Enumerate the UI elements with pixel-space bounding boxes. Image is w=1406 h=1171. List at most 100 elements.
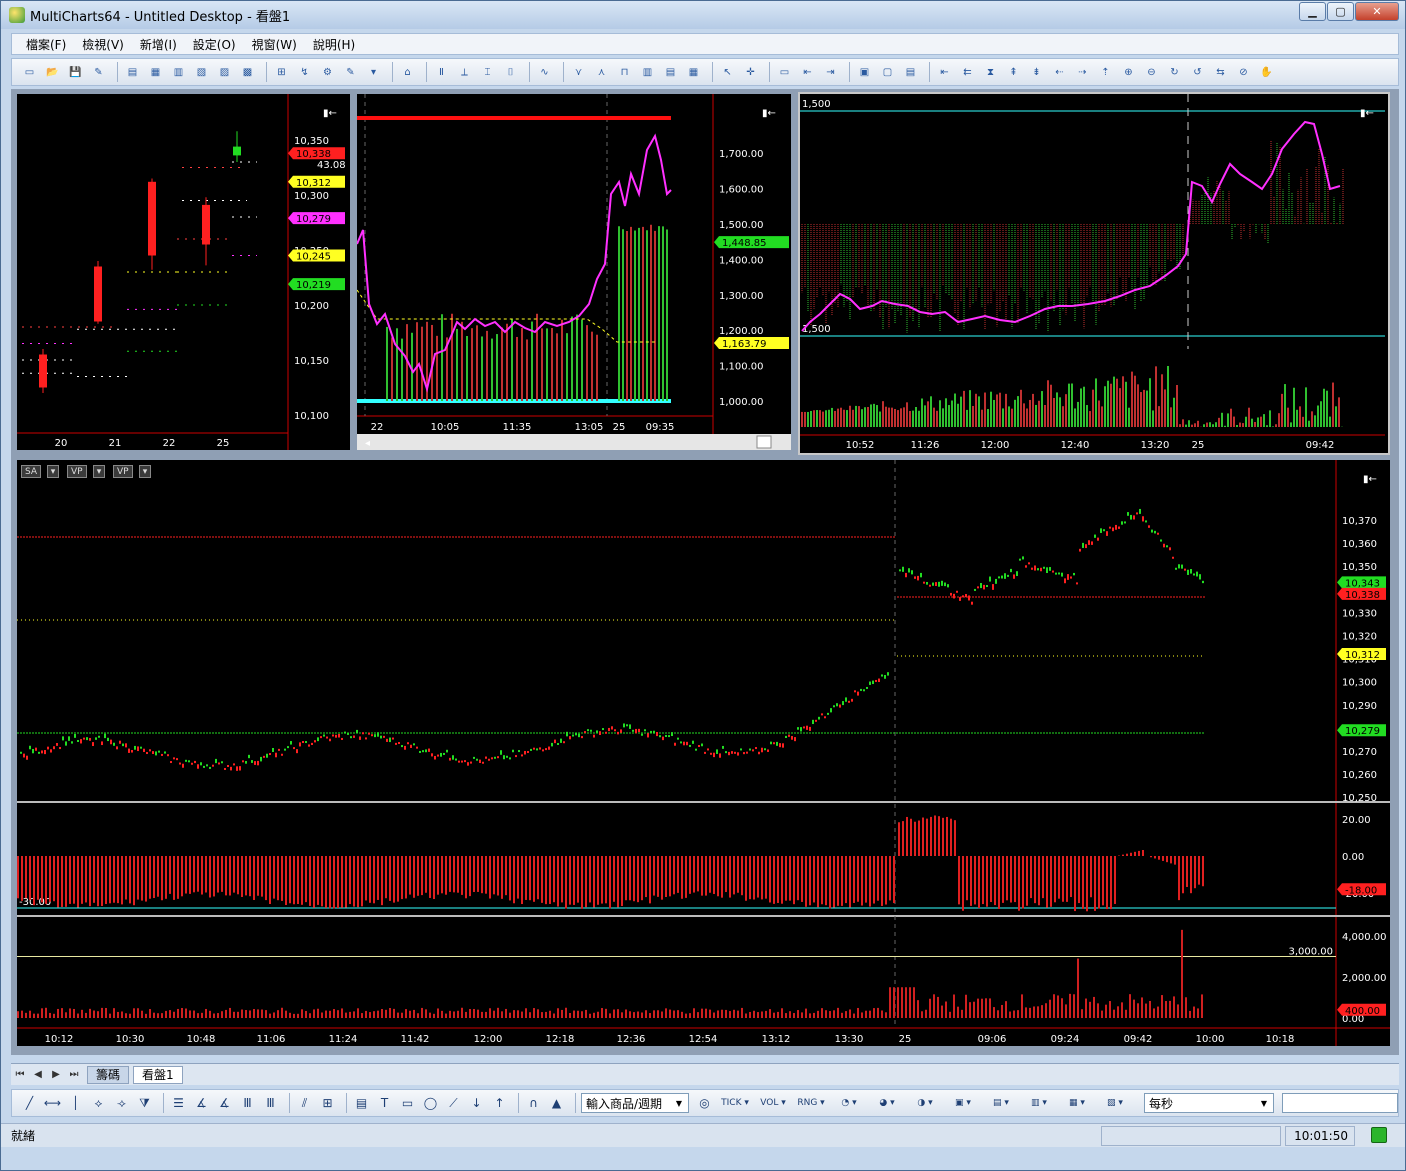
toolbar-tool-56-icon[interactable]: ↺ xyxy=(1188,63,1207,81)
volume-indicator-chart[interactable]: 1,700.00 1,600.00 1,500.00 1,400.00 1,300.00… xyxy=(357,94,791,450)
toolbar-tool-59-icon[interactable]: ✋ xyxy=(1257,63,1276,81)
toolbar-tool-51-icon[interactable]: ⇢ xyxy=(1073,63,1092,81)
tab-chips[interactable]: 籌碼 xyxy=(87,1065,130,1084)
chart-type-1-icon[interactable]: VOL ▾ xyxy=(756,1094,790,1112)
toolbar-tool-42-icon[interactable]: ▢ xyxy=(878,63,897,81)
intraday-indicator-chart[interactable]: 1,500 1,500 10:52 11:26 12:00 12:40 13:20 25 09:… xyxy=(798,92,1390,455)
interval-combo[interactable]: 每秒 ▼ xyxy=(1144,1093,1274,1113)
toolbar-tool-18-icon[interactable]: ⌂ xyxy=(398,63,417,81)
last-sheet-icon[interactable]: ⏭ xyxy=(65,1069,83,1080)
chart-type-8-icon[interactable]: ▥ ▾ xyxy=(1022,1094,1056,1112)
title-bar[interactable]: MultiCharts64 - Untitled Desktop - 看盤1 ▁… xyxy=(1,1,1405,29)
toolbar-tool-14-icon[interactable]: ⚙ xyxy=(318,63,337,81)
chart-type-0-icon[interactable]: TICK ▾ xyxy=(718,1094,752,1112)
close-button[interactable]: ✕ xyxy=(1355,2,1399,21)
draw-tool-14-icon[interactable]: ⊞ xyxy=(318,1094,337,1112)
menu-window[interactable]: 視窗(W) xyxy=(252,36,297,53)
chevron-down-icon[interactable]: ▾ xyxy=(47,465,59,478)
draw-tool-9-icon[interactable]: ∡ xyxy=(215,1094,234,1112)
toolbar-tool-27-icon[interactable]: ⋎ xyxy=(569,63,588,81)
chart-button-sa[interactable]: SA xyxy=(21,465,42,478)
toolbar-tool-9-icon[interactable]: ▨ xyxy=(215,63,234,81)
toolbar-tool-52-icon[interactable]: ⇡ xyxy=(1096,63,1115,81)
chart-type-4-icon[interactable]: ◕ ▾ xyxy=(870,1094,904,1112)
toolbar-tool-29-icon[interactable]: ⊓ xyxy=(615,63,634,81)
toolbar-tool-5-icon[interactable]: ▤ xyxy=(123,63,142,81)
draw-tool-0-icon[interactable]: ╱ xyxy=(20,1094,39,1112)
toolbar-tool-35-icon[interactable]: ✛ xyxy=(741,63,760,81)
toolbar-tool-2-icon[interactable]: 💾 xyxy=(66,63,85,81)
draw-tool-1-icon[interactable]: ⟷ xyxy=(43,1094,62,1112)
toolbar-tool-48-icon[interactable]: ⇞ xyxy=(1004,63,1023,81)
toolbar-tool-22-icon[interactable]: ⌶ xyxy=(478,63,497,81)
toolbar-tool-23-icon[interactable]: ⌷ xyxy=(501,63,520,81)
toolbar-tool-57-icon[interactable]: ⇆ xyxy=(1211,63,1230,81)
toolbar-tool-31-icon[interactable]: ▤ xyxy=(661,63,680,81)
main-minute-chart[interactable]: 10,37010,36010,35010,34010,33010,32010,3… xyxy=(17,460,1390,1046)
toolbar-tool-43-icon[interactable]: ▤ xyxy=(901,63,920,81)
draw-tool-17-icon[interactable]: T xyxy=(375,1094,394,1112)
draw-tool-18-icon[interactable]: ▭ xyxy=(398,1094,417,1112)
toolbar-tool-8-icon[interactable]: ▧ xyxy=(192,63,211,81)
draw-tool-3-icon[interactable]: ⟡ xyxy=(89,1094,108,1112)
chart-type-3-icon[interactable]: ◔ ▾ xyxy=(832,1094,866,1112)
menu-insert[interactable]: 新增(I) xyxy=(140,36,177,53)
search-input[interactable] xyxy=(1282,1093,1398,1113)
toolbar-tool-10-icon[interactable]: ▩ xyxy=(238,63,257,81)
toolbar-tool-55-icon[interactable]: ↻ xyxy=(1165,63,1184,81)
toolbar-tool-16-icon[interactable]: ▾ xyxy=(364,63,383,81)
draw-tool-19-icon[interactable]: ◯ xyxy=(421,1094,440,1112)
toolbar-tool-30-icon[interactable]: ▥ xyxy=(638,63,657,81)
toolbar-tool-32-icon[interactable]: ▦ xyxy=(684,63,703,81)
chart-type-5-icon[interactable]: ◑ ▾ xyxy=(908,1094,942,1112)
draw-tool-20-icon[interactable]: ⟋ xyxy=(444,1094,463,1112)
menu-settings[interactable]: 設定(O) xyxy=(193,36,236,53)
draw-tool-11-icon[interactable]: Ⅲ xyxy=(261,1094,280,1112)
toolbar-tool-38-icon[interactable]: ⇤ xyxy=(798,63,817,81)
draw-tool-10-icon[interactable]: Ⅲ xyxy=(238,1094,257,1112)
draw-tool-25-icon[interactable]: ▲ xyxy=(547,1094,566,1112)
draw-tool-16-icon[interactable]: ▤ xyxy=(352,1094,371,1112)
toolbar-tool-50-icon[interactable]: ⇠ xyxy=(1050,63,1069,81)
toolbar-tool-28-icon[interactable]: ⋏ xyxy=(592,63,611,81)
draw-tool-7-icon[interactable]: ☰ xyxy=(169,1094,188,1112)
menu-file[interactable]: 檔案(F) xyxy=(26,36,66,53)
toolbar-tool-49-icon[interactable]: ⇟ xyxy=(1027,63,1046,81)
toolbar-tool-58-icon[interactable]: ⊘ xyxy=(1234,63,1253,81)
toolbar-tool-46-icon[interactable]: ⇇ xyxy=(958,63,977,81)
chart-type-6-icon[interactable]: ▣ ▾ xyxy=(946,1094,980,1112)
toolbar-tool-54-icon[interactable]: ⊖ xyxy=(1142,63,1161,81)
chart-type-10-icon[interactable]: ▧ ▾ xyxy=(1098,1094,1132,1112)
draw-tool-4-icon[interactable]: ⟢ xyxy=(112,1094,131,1112)
toolbar-tool-1-icon[interactable]: 📂 xyxy=(43,63,62,81)
chart-button-vp[interactable]: VP xyxy=(67,465,87,478)
toolbar-tool-53-icon[interactable]: ⊕ xyxy=(1119,63,1138,81)
minimize-button[interactable]: ▁ xyxy=(1299,2,1326,21)
toolbar-tool-15-icon[interactable]: ✎ xyxy=(341,63,360,81)
symbol-input-combo[interactable]: 輸入商品/週期 ▼ xyxy=(581,1093,689,1113)
draw-tool-8-icon[interactable]: ∡ xyxy=(192,1094,211,1112)
chart-button-vp[interactable]: VP xyxy=(113,465,133,478)
menu-help[interactable]: 說明(H) xyxy=(313,36,355,53)
toolbar-tool-37-icon[interactable]: ▭ xyxy=(775,63,794,81)
toolbar-tool-20-icon[interactable]: Ⅱ xyxy=(432,63,451,81)
toolbar-tool-7-icon[interactable]: ▥ xyxy=(169,63,188,81)
chart-type-2-icon[interactable]: RNG ▾ xyxy=(794,1094,828,1112)
daily-candle-chart[interactable]: 10,35010,30010,25010,20010,15010,1002021… xyxy=(17,94,350,450)
chart-type-7-icon[interactable]: ▤ ▾ xyxy=(984,1094,1018,1112)
draw-tool-13-icon[interactable]: ⫽ xyxy=(295,1094,314,1112)
toolbar-tool-45-icon[interactable]: ⇤ xyxy=(935,63,954,81)
toolbar-tool-3-icon[interactable]: ✎ xyxy=(89,63,108,81)
draw-tool-21-icon[interactable]: ↓ xyxy=(467,1094,486,1112)
menu-view[interactable]: 檢視(V) xyxy=(82,36,124,53)
toolbar-tool-41-icon[interactable]: ▣ xyxy=(855,63,874,81)
draw-tool-22-icon[interactable]: ↑ xyxy=(490,1094,509,1112)
chevron-down-icon[interactable]: ▾ xyxy=(139,465,151,478)
toolbar-tool-25-icon[interactable]: ∿ xyxy=(535,63,554,81)
toolbar-tool-0-icon[interactable]: ▭ xyxy=(20,63,39,81)
draw-tool-24-icon[interactable]: ∩ xyxy=(524,1094,543,1112)
toolbar-tool-47-icon[interactable]: ⧗ xyxy=(981,63,1000,81)
first-sheet-icon[interactable]: ⏮ xyxy=(11,1069,29,1080)
toolbar-tool-12-icon[interactable]: ⊞ xyxy=(272,63,291,81)
toolbar-tool-39-icon[interactable]: ⇥ xyxy=(821,63,840,81)
